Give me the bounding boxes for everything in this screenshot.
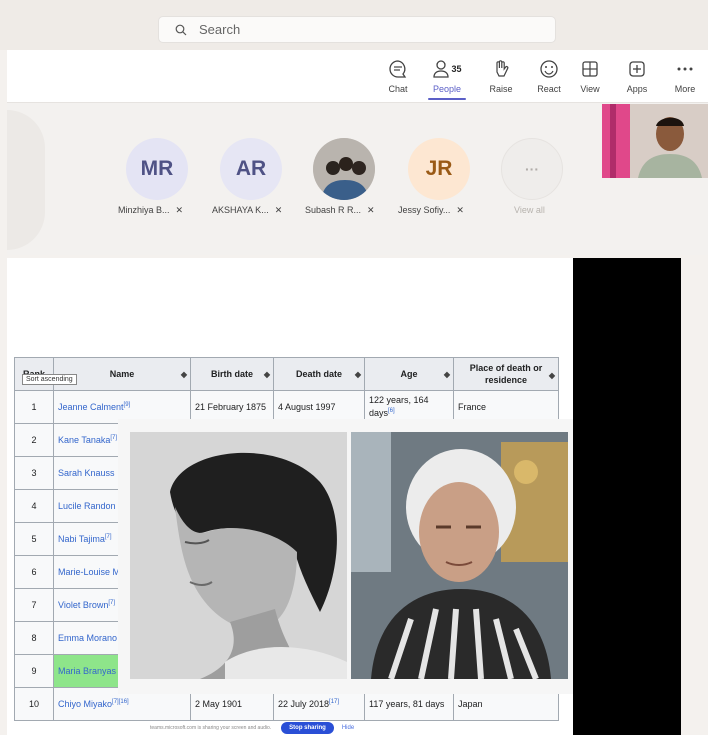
participant-name: Jessy Sofiy... ✕: [398, 205, 464, 215]
avatar[interactable]: AR: [220, 138, 282, 200]
right-margin: [681, 258, 708, 735]
person-link[interactable]: Chiyo Miyako: [58, 699, 112, 709]
more-button[interactable]: More: [662, 58, 708, 94]
sort-icon[interactable]: ◆: [444, 370, 450, 379]
chat-label: Chat: [388, 84, 408, 94]
column-header[interactable]: Death date ◆: [273, 357, 365, 391]
react-icon: [540, 60, 558, 78]
meeting-toolbar: Chat 35 People Raise React View Apps Mor…: [7, 50, 708, 103]
apps-icon: [629, 61, 645, 77]
apps-label: Apps: [626, 84, 648, 94]
sort-icon[interactable]: ◆: [355, 370, 361, 379]
share-message: teams.microsoft.com is sharing your scre…: [150, 724, 272, 731]
person-link[interactable]: Jeanne Calment: [58, 402, 124, 412]
avatar-photo[interactable]: [313, 138, 375, 200]
avatar[interactable]: JR: [408, 138, 470, 200]
mic-off-icon: ✕: [175, 205, 184, 215]
raise-label: Raise: [489, 84, 513, 94]
person-link[interactable]: Emma Morano: [58, 633, 117, 643]
raise-hand-button[interactable]: Raise: [478, 58, 524, 94]
portrait-young-image: [130, 432, 347, 679]
column-header[interactable]: Age ◆: [364, 357, 454, 391]
chat-icon: [389, 60, 407, 78]
participant-tile-edge: [7, 110, 45, 250]
view-label: View: [580, 84, 600, 94]
react-label: React: [537, 84, 561, 94]
more-icon: [677, 67, 693, 71]
hide-button[interactable]: Hide: [342, 725, 354, 731]
view-button[interactable]: View: [567, 58, 613, 94]
self-video-preview[interactable]: [602, 104, 708, 178]
people-count-badge: 35: [451, 64, 462, 74]
search-icon: [175, 24, 187, 35]
portrait-elderly-image: [351, 432, 568, 679]
portrait-photo-young: [130, 432, 347, 679]
mic-off-icon: ✕: [367, 205, 375, 215]
people-button[interactable]: 35 People: [424, 58, 470, 100]
chat-button[interactable]: Chat: [375, 58, 421, 94]
participant-name: Subash R R... ✕: [305, 205, 375, 215]
raise-hand-icon: [496, 60, 509, 77]
view-all-button[interactable]: ···: [501, 138, 563, 200]
search-placeholder: Search: [199, 22, 241, 37]
person-link[interactable]: Lucile Randon: [58, 501, 116, 511]
person-link[interactable]: Marie-Louise M: [58, 567, 120, 577]
participant-name: AKSHAYA K... ✕: [212, 205, 283, 215]
more-label: More: [674, 84, 696, 94]
person-link[interactable]: Kane Tanaka: [58, 435, 110, 445]
person-link[interactable]: Violet Brown: [58, 600, 108, 610]
sort-icon[interactable]: ◆: [549, 370, 555, 382]
people-label: People: [432, 84, 462, 94]
sort-icon[interactable]: ◆: [264, 370, 270, 379]
apps-button[interactable]: Apps: [614, 58, 660, 94]
person-link[interactable]: Nabi Tajima: [58, 534, 105, 544]
more-icon: ···: [525, 161, 539, 177]
search-box[interactable]: Search: [158, 16, 556, 43]
view-icon: [582, 61, 598, 77]
mic-off-icon: ✕: [456, 205, 464, 215]
mic-off-icon: ✕: [274, 205, 283, 215]
participant-name: Minzhiya B... ✕: [118, 205, 184, 215]
avatar-initials: AR: [235, 157, 267, 180]
view-all-label[interactable]: View all: [514, 205, 545, 215]
person-video-icon: [602, 104, 708, 178]
screen-share-bar: teams.microsoft.com is sharing your scre…: [150, 720, 440, 735]
group-photo-icon: [313, 138, 375, 200]
react-button[interactable]: React: [526, 58, 572, 94]
person-link[interactable]: Maria Branyas: [58, 666, 116, 676]
avatar[interactable]: MR: [126, 138, 188, 200]
people-icon: [433, 60, 450, 78]
column-header[interactable]: Birth date ◆: [190, 357, 274, 391]
sort-tooltip: Sort ascending: [22, 374, 77, 385]
avatar-initials: JR: [425, 157, 453, 180]
stop-sharing-button[interactable]: Stop sharing: [281, 721, 334, 734]
shared-screen-black-area: [573, 258, 681, 735]
sort-icon[interactable]: ◆: [181, 370, 187, 379]
portrait-photo-elderly: [351, 432, 568, 679]
person-link[interactable]: Sarah Knauss: [58, 468, 115, 478]
column-header[interactable]: Place of death or residence ◆: [453, 357, 559, 391]
avatar-initials: MR: [140, 157, 174, 180]
